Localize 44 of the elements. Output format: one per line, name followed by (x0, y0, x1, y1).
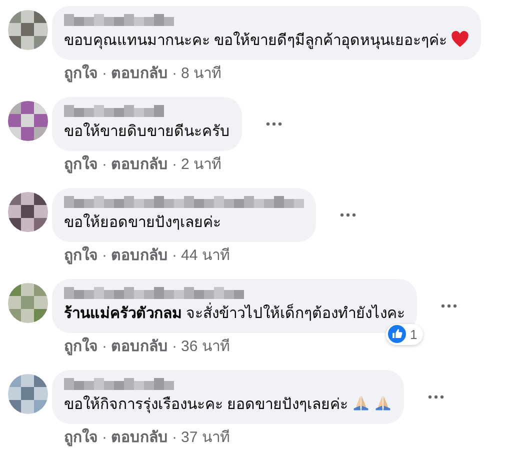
separator-dot: · (172, 337, 177, 357)
more-options-icon[interactable] (428, 395, 444, 399)
separator-dot: · (172, 428, 177, 448)
comment-text: ขอให้ยอดขายปังๆเลยค่ะ (64, 212, 222, 233)
like-link[interactable]: ถูกใจ (64, 245, 98, 267)
comment-text: ร้านแม่ครัวตัวกลม จะสั่งข้าวไปให้เด็กๆต้องทำยังไงคะ (64, 303, 406, 325)
avatar[interactable] (8, 374, 48, 414)
reply-link[interactable]: ตอบกลับ (111, 63, 168, 85)
more-options-icon[interactable] (340, 213, 356, 217)
reply-link[interactable]: ตอบกลับ (111, 427, 168, 449)
timestamp[interactable]: 44 นาที (181, 245, 230, 267)
avatar[interactable] (8, 283, 48, 323)
like-link[interactable]: ถูกใจ (64, 427, 98, 449)
praying-hands-icon (374, 394, 392, 412)
reaction-count[interactable]: 1 (386, 324, 424, 345)
like-link[interactable]: ถูกใจ (64, 336, 98, 358)
more-options-icon[interactable] (266, 122, 282, 126)
more-options-icon[interactable] (441, 304, 458, 308)
avatar[interactable] (8, 192, 48, 232)
timestamp[interactable]: 2 นาที (181, 154, 222, 176)
like-link[interactable]: ถูกใจ (64, 63, 98, 85)
timestamp[interactable]: 8 นาที (181, 63, 222, 85)
separator-dot: · (102, 155, 107, 175)
separator-dot: · (172, 155, 177, 175)
praying-hands-icon (352, 394, 370, 412)
reply-link[interactable]: ตอบกลับ (111, 245, 168, 267)
separator-dot: · (102, 64, 107, 84)
thumbs-up-icon (388, 325, 406, 344)
avatar[interactable] (8, 101, 48, 141)
reply-link[interactable]: ตอบกลับ (111, 154, 168, 176)
comment-text: ขอให้ขายดิบขายดีนะครับ (64, 122, 230, 142)
separator-dot: · (102, 246, 107, 266)
like-link[interactable]: ถูกใจ (64, 154, 98, 176)
separator-dot: · (172, 64, 177, 84)
timestamp[interactable]: 36 นาที (181, 336, 230, 358)
reply-link[interactable]: ตอบกลับ (111, 336, 168, 358)
avatar[interactable] (8, 10, 48, 50)
comment-text: ขอให้กิจการรุ่งเรืองนะคะ ยอดขายปังๆเลยค่ะ (64, 394, 392, 416)
comment-text: ขอบคุณแทนมากนะคะ ขอให้ขายดีๆมีลูกค้าอุดหนุนเยอะๆค่ะ (64, 30, 470, 52)
separator-dot: · (172, 246, 177, 266)
timestamp[interactable]: 37 นาที (181, 427, 230, 449)
separator-dot: · (102, 428, 107, 448)
heart-icon (451, 31, 470, 48)
separator-dot: · (102, 337, 107, 357)
